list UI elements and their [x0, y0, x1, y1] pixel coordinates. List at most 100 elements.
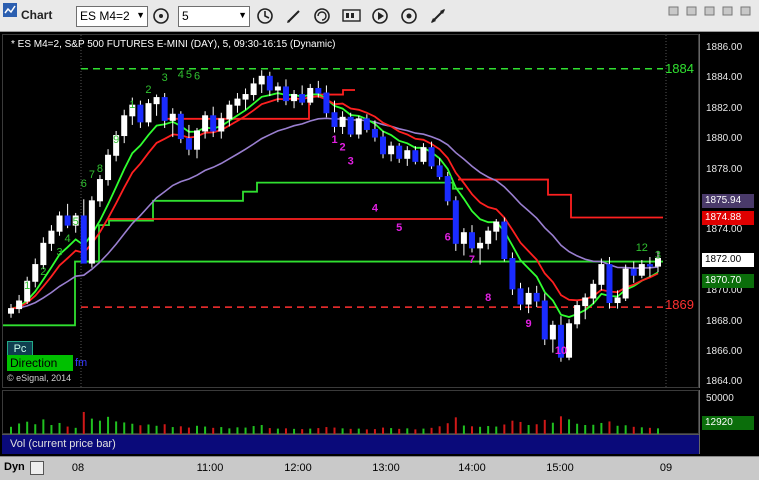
- candle-body: [436, 165, 443, 178]
- price-axis[interactable]: 1886.00 1884.00 1882.00 1880.00 1878.00 …: [699, 34, 759, 388]
- candle-body: [40, 242, 47, 266]
- volume-bar: [115, 421, 118, 435]
- candle-body: [509, 258, 516, 290]
- volume-chart[interactable]: [3, 391, 700, 435]
- count-label: 1: [331, 134, 337, 146]
- dynamic-mode-label[interactable]: Dyn: [4, 461, 25, 473]
- candle-body: [291, 94, 298, 102]
- candle-body: [355, 118, 362, 135]
- volume-bar: [559, 416, 562, 435]
- help-icon[interactable]: [684, 3, 700, 17]
- chevron-down-icon[interactable]: ▼: [238, 8, 247, 23]
- purple-moving-average: [10, 117, 659, 310]
- chevron-down-icon[interactable]: ▼: [136, 8, 145, 23]
- candle-body: [16, 300, 23, 310]
- candle-body: [566, 323, 573, 358]
- count-label: 4: [178, 69, 184, 81]
- high-level-label: 1884: [665, 61, 694, 76]
- candle-body: [460, 232, 467, 244]
- candle-body: [299, 94, 306, 103]
- volume-axis[interactable]: 50000 12920: [699, 390, 759, 454]
- close-button[interactable]: [738, 3, 754, 17]
- candle-body: [274, 86, 281, 91]
- settings-icon[interactable]: [30, 461, 44, 475]
- volume-bar: [42, 419, 45, 435]
- volume-bar: [608, 421, 611, 435]
- direction-suffix: fm: [75, 357, 88, 369]
- count-label: 3: [56, 246, 62, 258]
- candle-body: [517, 288, 524, 305]
- price-tick: 1864.00: [706, 376, 743, 387]
- count-label: 5: [396, 222, 402, 234]
- pin-icon[interactable]: [666, 3, 682, 17]
- clock-icon[interactable]: [255, 6, 275, 26]
- cursor-icon[interactable]: [151, 6, 171, 26]
- candle-body: [210, 115, 217, 132]
- time-label: 09: [659, 462, 673, 474]
- count-label: 4: [65, 233, 71, 245]
- candle-body: [48, 230, 55, 244]
- volume-panel[interactable]: [2, 390, 700, 435]
- count-label: 10: [555, 345, 567, 357]
- price-tick: 1882.00: [706, 103, 743, 114]
- time-label: 14:00: [458, 462, 486, 474]
- refresh-icon[interactable]: [312, 6, 332, 26]
- candle-body: [525, 292, 532, 305]
- candle-body: [598, 264, 605, 285]
- candle-body: [388, 145, 395, 155]
- play-icon[interactable]: [370, 6, 390, 26]
- candle-body: [477, 242, 484, 249]
- count-label: 8: [97, 163, 103, 175]
- candle-body: [242, 94, 249, 100]
- candle-body: [161, 97, 168, 121]
- volume-bar: [454, 417, 457, 435]
- price-tick: 1880.00: [706, 133, 743, 144]
- candle-body: [638, 264, 645, 276]
- volume-bar: [543, 419, 546, 435]
- chart-toolbar: Chart ES M4=2 ▼ 5 ▼: [0, 0, 759, 32]
- volume-bar: [568, 419, 571, 435]
- symbol-selector[interactable]: ES M4=2 ▼: [76, 6, 148, 27]
- candle-body: [194, 130, 201, 150]
- candle-body: [541, 300, 548, 340]
- interval-value: 5: [182, 9, 189, 23]
- candle-body: [533, 292, 540, 302]
- price-tick: 1874.00: [706, 224, 743, 235]
- count-label: 5: [186, 69, 192, 81]
- green-price-tag: 1870.70: [702, 274, 754, 288]
- price-tick: 1884.00: [706, 72, 743, 83]
- price-chart[interactable]: 123456789123 4 5 612345678910123: [3, 35, 700, 389]
- candle-body: [177, 113, 184, 140]
- price-tick: 1886.00: [706, 42, 743, 53]
- candle-body: [493, 221, 500, 232]
- time-axis[interactable]: Dyn 08 11:00 12:00 13:00 14:00 15:00 09: [0, 456, 759, 480]
- candle-body: [88, 200, 95, 264]
- volume-bar: [82, 411, 85, 435]
- candle-body: [420, 147, 427, 162]
- price-chart-panel[interactable]: 1 2 3 4 5 6 7 8 9 1 2 3 4 5 6 1 2 3 4 5 6 7 8 9 10 12 3 * ES M4=2,…: [2, 34, 700, 389]
- volume-bar: [511, 420, 514, 435]
- candle-body: [218, 118, 225, 132]
- candle-body: [169, 113, 176, 121]
- interval-selector[interactable]: 5 ▼: [178, 6, 250, 27]
- link-icon[interactable]: [428, 6, 448, 26]
- minimize-button[interactable]: [702, 3, 718, 17]
- resistance-step-line: [458, 178, 663, 219]
- settings-icon[interactable]: [399, 6, 419, 26]
- candle-body: [202, 115, 209, 132]
- pencil-icon[interactable]: [284, 6, 304, 26]
- direction-indicator[interactable]: Direction: [7, 355, 73, 371]
- candle-body: [64, 215, 71, 226]
- candle-body: [396, 145, 403, 159]
- price-tick: 1868.00: [706, 316, 743, 327]
- candle-body: [590, 283, 597, 299]
- candle-body: [339, 116, 346, 127]
- count-label: 7: [469, 254, 475, 266]
- candle-body: [234, 98, 241, 106]
- studies-icon[interactable]: [342, 6, 362, 26]
- count-label: 2: [40, 266, 46, 278]
- maximize-button[interactable]: [720, 3, 736, 17]
- count-label: 12: [636, 242, 648, 254]
- candle-body: [137, 104, 144, 123]
- count-label: 2: [145, 84, 151, 96]
